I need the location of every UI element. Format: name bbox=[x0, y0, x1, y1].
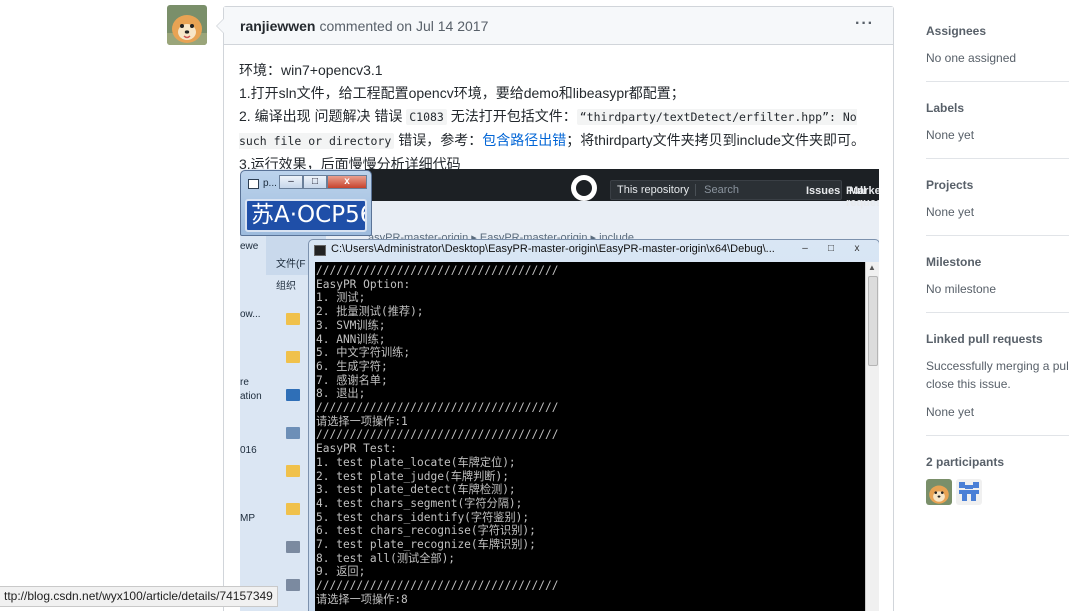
minimize-button: – bbox=[802, 243, 808, 254]
dog-avatar-icon bbox=[926, 479, 952, 505]
close-button: x bbox=[327, 175, 367, 189]
linked-prs-description: Successfully merging a pull close this i… bbox=[926, 357, 1069, 393]
plate-window-title: p... bbox=[263, 178, 277, 189]
linked-prs-desc-line: Successfully merging a pull bbox=[926, 359, 1069, 373]
step2-suffix: ；将thirdparty文件夹拷贝到include文件夹即可。 bbox=[566, 132, 865, 148]
labels-heading: Labels bbox=[926, 101, 965, 115]
assignees-heading: Assignees bbox=[926, 24, 987, 38]
embedded-screenshot[interactable]: This repositorySearch Pull requests Issu… bbox=[240, 169, 879, 611]
folder-icon bbox=[286, 465, 300, 477]
computer-icon bbox=[286, 541, 300, 553]
cloud-icon bbox=[286, 389, 300, 401]
identicon-avatar-icon bbox=[956, 479, 982, 505]
participants-heading: 2 participants bbox=[926, 455, 1005, 469]
nav-marketplace: Marke bbox=[849, 185, 879, 197]
milestone-value: No milestone bbox=[926, 282, 997, 296]
github-logo-icon bbox=[571, 175, 597, 201]
comment-header: ranjiewwen commented on Jul 14 2017 ··· bbox=[224, 7, 893, 45]
linked-prs-heading: Linked pull requests bbox=[926, 332, 1043, 346]
explorer-text: ewe bbox=[240, 241, 259, 252]
file-menu: 文件(F bbox=[276, 259, 306, 270]
sidebar-divider bbox=[926, 435, 1069, 436]
sidebar-labels: Labels None yet bbox=[926, 101, 1069, 144]
step2-mid2: 错误，参考： bbox=[394, 132, 483, 148]
comment-author-link[interactable]: ranjiewwen bbox=[240, 18, 315, 34]
folder-icon bbox=[286, 503, 300, 515]
explorer-text: MP bbox=[240, 513, 255, 524]
nav-issues: Issues bbox=[806, 185, 841, 197]
participant-avatar[interactable] bbox=[956, 479, 982, 505]
error-code: C1083 bbox=[406, 109, 447, 125]
participant-avatar[interactable] bbox=[926, 479, 952, 505]
explorer-text: 016 bbox=[240, 445, 257, 456]
linked-prs-value: None yet bbox=[926, 405, 975, 419]
include-path-error-link[interactable]: 包含路径出错 bbox=[482, 132, 566, 148]
sidebar-divider bbox=[926, 235, 1069, 236]
dog-avatar-image bbox=[167, 5, 207, 45]
comment-box: ranjiewwen commented on Jul 14 2017 ··· … bbox=[216, 6, 894, 611]
explorer-text: ow... bbox=[240, 309, 261, 320]
commenter-avatar[interactable] bbox=[167, 5, 207, 45]
explorer-text: ation bbox=[240, 391, 262, 402]
plate-result-window: p... – □ x 苏A·OCP56 bbox=[240, 170, 372, 236]
labels-value: None yet bbox=[926, 128, 975, 142]
scroll-up-arrow-icon: ▲ bbox=[868, 263, 876, 272]
sidebar-projects: Projects None yet bbox=[926, 178, 1069, 221]
sidebar-milestone: Milestone No milestone bbox=[926, 255, 1069, 298]
console-window-title: C:\Users\Administrator\Desktop\EasyPR-ma… bbox=[331, 243, 775, 255]
github-header-bar: This repositorySearch Pull requests bbox=[365, 169, 879, 209]
step2-prefix: 2. 编译出现 问题解决 错误 bbox=[239, 108, 407, 124]
folder-icon bbox=[286, 351, 300, 363]
drive-icon bbox=[286, 427, 300, 439]
comment-body: 环境：win7+opencv3.1 1.打开sln文件，给工程配置opencv环… bbox=[224, 45, 893, 176]
minimize-button: – bbox=[279, 175, 303, 189]
projects-heading: Projects bbox=[926, 178, 974, 192]
sidebar-linked-prs: Linked pull requests Successfully mergin… bbox=[926, 332, 1069, 421]
comment-date-link[interactable]: Jul 14 2017 bbox=[416, 18, 488, 34]
console-app-icon bbox=[314, 245, 326, 256]
console-scrollbar: ▲ bbox=[865, 262, 879, 611]
comment-action-text: commented on bbox=[319, 17, 413, 34]
maximize-button: □ bbox=[827, 243, 835, 254]
comment-options-menu-icon[interactable]: ··· bbox=[855, 16, 874, 32]
step2-mid: 无法打开包括文件： bbox=[446, 108, 577, 124]
drive-icon bbox=[286, 579, 300, 591]
linked-prs-desc-line: close this issue. bbox=[926, 377, 1011, 391]
participants-list bbox=[926, 479, 1069, 505]
sidebar-divider bbox=[926, 81, 1069, 82]
assignees-value: No one assigned bbox=[926, 51, 1017, 65]
projects-value: None yet bbox=[926, 205, 975, 219]
sidebar-divider bbox=[926, 158, 1069, 159]
console-window: C:\Users\Administrator\Desktop\EasyPR-ma… bbox=[308, 239, 879, 611]
license-plate-image: 苏A·OCP56 bbox=[245, 199, 367, 232]
browser-status-url: ttp://blog.csdn.net/wyx100/article/detai… bbox=[0, 586, 278, 607]
search-placeholder: Search bbox=[704, 184, 739, 196]
explorer-text: re bbox=[240, 377, 249, 388]
maximize-button: □ bbox=[303, 175, 327, 189]
sidebar-participants: 2 participants bbox=[926, 455, 1069, 505]
folder-icon bbox=[286, 313, 300, 325]
comment-line-step2: 2. 编译出现 问题解决 错误 C1083 无法打开包括文件： “thirdpar… bbox=[239, 105, 879, 153]
explorer-nav-tree bbox=[280, 289, 308, 611]
close-button: x bbox=[854, 243, 860, 254]
console-output: //////////////////////////////////// Eas… bbox=[315, 262, 865, 611]
milestone-heading: Milestone bbox=[926, 255, 982, 269]
sidebar-assignees: Assignees No one assigned bbox=[926, 24, 1069, 67]
sidebar-divider bbox=[926, 312, 1069, 313]
window-app-icon bbox=[248, 179, 259, 189]
comment-line-step1: 1.打开sln文件，给工程配置opencv环境，要给demo和libeasypr… bbox=[239, 85, 685, 101]
repo-scope-label: This repository bbox=[617, 184, 697, 196]
comment-line-env: 环境：win7+opencv3.1 bbox=[239, 62, 383, 78]
scrollbar-thumb bbox=[868, 276, 878, 366]
